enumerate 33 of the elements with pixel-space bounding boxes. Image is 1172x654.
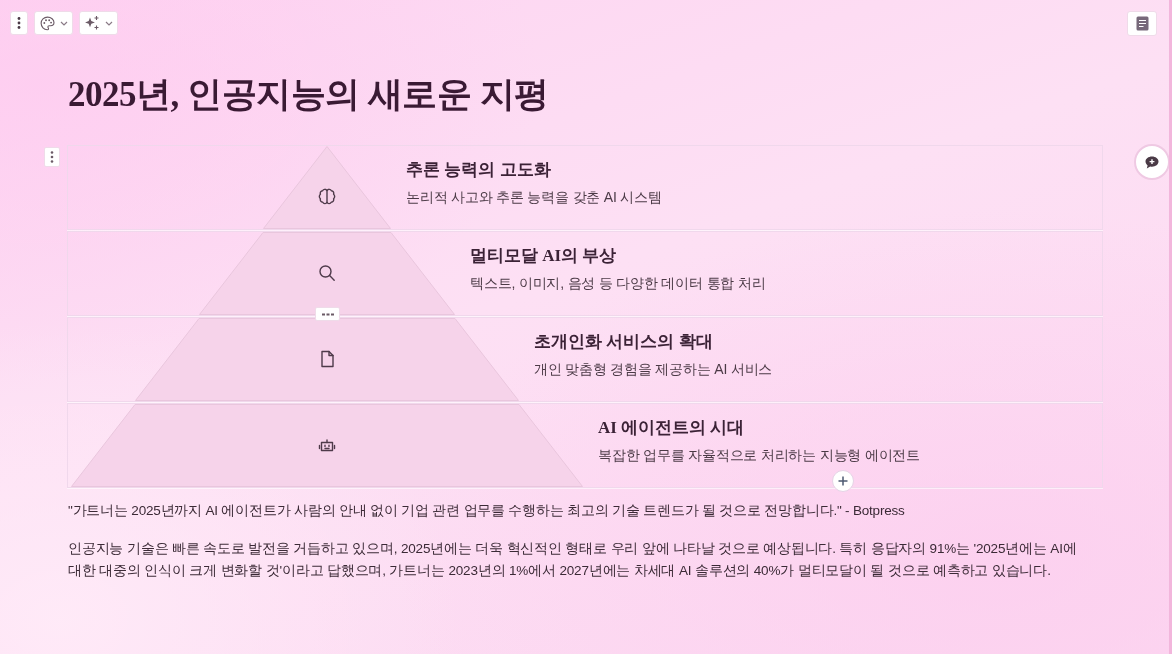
- tier-heading: 멀티모달 AI의 부상: [470, 245, 617, 267]
- comment-plus-icon: [1145, 155, 1159, 169]
- quote-text: "가트너는 2025년까지 AI 에이전트가 사람의 안내 없이 기업 관련 업무를 수행하는 최고의 기술 트렌드가 될 것으로 전망합니다." - Botpress: [68, 502, 906, 520]
- tier-description: 텍스트, 이미지, 음성 등 다양한 데이터 통합 처리: [470, 274, 766, 293]
- body-paragraph: 인공지능 기술은 빠른 속도로 발전을 거듭하고 있으며, 2025년에는 더욱 혁신적인 형태로 우리 앞에 나타날 것으로 예상됩니다. 특히 응답자의 91%는 '2025년에는 AI에 대한 대중의 인식이 크게 변화할 것'이라고 답했으며, 가트너는 2023년의 1%에서 2027년에는 차세대 AI 솔루션의 40%가 멀티모달이 될 것으로 예측하고 있습니다.: [68, 540, 1078, 580]
- block-menu-button[interactable]: [44, 147, 60, 167]
- robot-icon: [318, 439, 336, 452]
- tier-description: 복잡한 업무를 자율적으로 처리하는 지능형 에이전트: [598, 446, 921, 465]
- chevron-down-icon: [59, 20, 68, 26]
- document-icon: [1135, 15, 1149, 31]
- more-horizontal-icon: [321, 312, 334, 316]
- chevron-down-icon: [105, 20, 113, 26]
- tier-description: 논리적 사고와 추론 능력을 갖춘 AI 시스템: [406, 188, 662, 207]
- page-title: 2025년, 인공지능의 새로운 지평: [68, 74, 549, 116]
- tier-heading: AI 에이전트의 시대: [598, 417, 745, 439]
- add-comment-button[interactable]: [1134, 144, 1169, 180]
- drag-handle-button[interactable]: [315, 307, 340, 321]
- tier-description: 개인 맞춤형 경험을 제공하는 AI 서비스: [534, 360, 773, 379]
- document-icon: [321, 350, 334, 368]
- more-button[interactable]: [10, 11, 28, 35]
- more-vertical-icon: [17, 17, 21, 29]
- add-block-button[interactable]: [832, 470, 854, 492]
- notes-button[interactable]: [1127, 10, 1157, 36]
- more-vertical-icon: [50, 151, 54, 163]
- sparkle-icon: [84, 15, 100, 31]
- brain-icon: [318, 188, 336, 205]
- search-icon: [319, 265, 335, 281]
- palette-icon: [39, 15, 55, 31]
- theme-button[interactable]: [34, 11, 73, 35]
- tier-heading: 추론 능력의 고도화: [406, 159, 551, 181]
- tier-heading: 초개인화 서비스의 확대: [534, 331, 713, 353]
- ai-button[interactable]: [79, 11, 118, 35]
- plus-icon: [838, 476, 848, 486]
